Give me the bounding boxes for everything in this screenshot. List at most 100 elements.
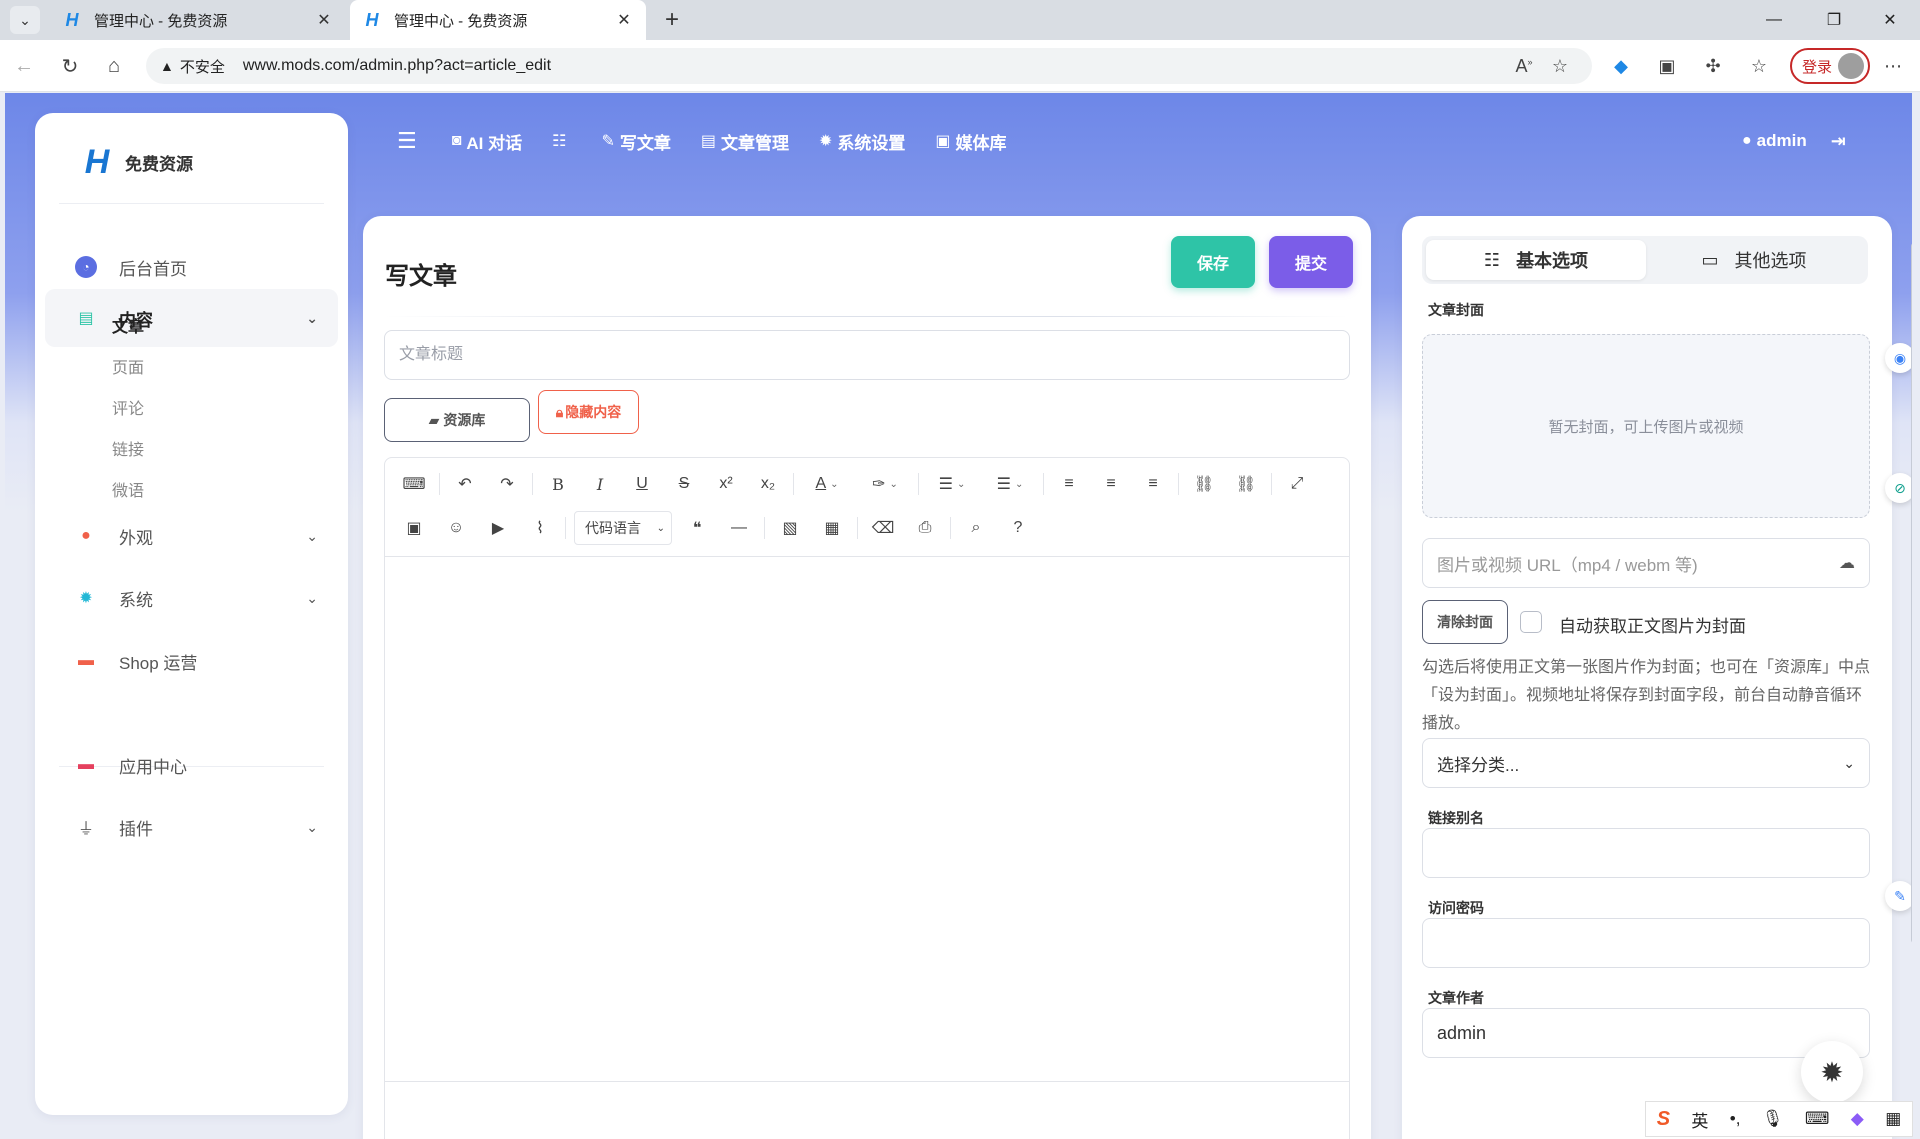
author-select[interactable]: admin: [1422, 1008, 1870, 1058]
align-center-icon[interactable]: ≡: [1090, 468, 1132, 500]
favorites-icon[interactable]: ☆: [1742, 50, 1776, 82]
sidebar-item-plugins[interactable]: ⏚ 插件 ⌄: [45, 798, 338, 856]
more-menu-icon[interactable]: ⋯: [1876, 50, 1910, 82]
extensions-puzzle-icon[interactable]: ✣: [1696, 50, 1730, 82]
blockquote-icon[interactable]: ❝: [676, 512, 718, 544]
sidebar-item-shop[interactable]: ▬ Shop 运营: [45, 632, 338, 690]
tab-close-icon[interactable]: ✕: [614, 10, 634, 30]
browser-tab[interactable]: H 管理中心 - 免费资源 ✕: [50, 0, 346, 40]
redo-icon[interactable]: ↷: [486, 468, 528, 500]
password-input[interactable]: [1422, 918, 1870, 968]
auto-cover-checkbox[interactable]: [1520, 611, 1542, 633]
sidebar-item-system[interactable]: ✹ 系统 ⌄: [45, 569, 338, 627]
cover-url-input[interactable]: 图片或视频 URL（mp4 / webm 等) ☁: [1422, 538, 1870, 588]
ordered-list-icon[interactable]: ☰ ⌄: [923, 468, 981, 500]
editor-content-area[interactable]: [385, 557, 1349, 1081]
window-close-icon[interactable]: ✕: [1860, 0, 1920, 40]
home-icon[interactable]: ⌂: [98, 50, 130, 82]
strikethrough-icon[interactable]: S: [663, 468, 705, 500]
undo-icon[interactable]: ↶: [444, 468, 486, 500]
highlight-color-icon[interactable]: ✑ ⌄: [856, 468, 914, 500]
help-icon[interactable]: ?: [997, 512, 1039, 544]
superscript-icon[interactable]: x²: [705, 468, 747, 500]
clear-cover-button[interactable]: 清除封面: [1422, 600, 1508, 644]
floating-assistant-icon[interactable]: ◉: [1885, 343, 1912, 373]
reload-icon[interactable]: ↻: [54, 50, 86, 82]
skin-icon[interactable]: ◆: [1851, 1109, 1864, 1129]
image-icon[interactable]: ▣: [393, 512, 435, 544]
nav-system-settings[interactable]: ✹ 系统设置: [819, 129, 905, 154]
category-select[interactable]: 选择分类... ⌄: [1422, 738, 1870, 788]
link-icon[interactable]: ⛓: [1183, 468, 1225, 500]
floating-edit-icon[interactable]: ✎: [1885, 881, 1912, 911]
bullet-list-icon[interactable]: ☰ ⌄: [981, 468, 1039, 500]
cloud-upload-icon[interactable]: ☁: [1839, 553, 1855, 573]
nav-sliders-button[interactable]: ☷: [552, 131, 571, 151]
logout-button[interactable]: ⇥: [1831, 131, 1851, 152]
horizontal-rule-icon[interactable]: —: [718, 512, 760, 544]
settings-fab-button[interactable]: ✹: [1801, 1041, 1863, 1103]
cover-dropzone[interactable]: 暂无封面，可上传图片或视频: [1422, 334, 1870, 518]
submit-button[interactable]: 提交: [1269, 236, 1353, 288]
browser-tab-active[interactable]: H 管理中心 - 免费资源 ✕: [350, 0, 646, 40]
nav-media-library[interactable]: ▣ 媒体库: [935, 129, 1006, 154]
search-replace-icon[interactable]: ⌕: [955, 512, 997, 544]
emoji-icon[interactable]: ☺: [435, 512, 477, 544]
nav-article-manage[interactable]: ▤ 文章管理: [701, 129, 789, 154]
underline-icon[interactable]: U: [621, 468, 663, 500]
sidebar-subitem-tweets[interactable]: 微语: [112, 477, 144, 501]
resource-library-button[interactable]: ▰ 资源库: [384, 398, 530, 442]
url-text[interactable]: www.mods.com/admin.php?act=article_edit: [243, 57, 1506, 75]
print-icon[interactable]: ⎙: [904, 512, 946, 544]
microphone-icon[interactable]: 🎙︎: [1762, 1109, 1784, 1129]
align-left-icon[interactable]: ≡: [1048, 468, 1090, 500]
align-right-icon[interactable]: ≡: [1132, 468, 1174, 500]
slug-input[interactable]: [1422, 828, 1870, 878]
sidebar-item-home[interactable]: ◔ 后台首页: [45, 238, 338, 296]
article-title-input[interactable]: [384, 330, 1350, 380]
menu-toggle-button[interactable]: ☰: [397, 128, 422, 154]
sidebar-item-app-center[interactable]: ▬ 应用中心: [45, 736, 338, 794]
fullscreen-icon[interactable]: ⤢: [1276, 468, 1318, 500]
image-extension-icon[interactable]: ▣: [1650, 50, 1684, 82]
sidebar-item-content[interactable]: ▤ 内容 ⌄: [45, 289, 338, 347]
save-button[interactable]: 保存: [1171, 236, 1255, 288]
attachment-icon[interactable]: ⌇: [519, 512, 561, 544]
tab-other-options[interactable]: ▭ 其他选项: [1644, 240, 1864, 280]
keyboard-icon[interactable]: ⌨: [393, 468, 435, 500]
table-icon[interactable]: ▦: [811, 512, 853, 544]
keyboard-icon[interactable]: ⌨: [1805, 1109, 1830, 1129]
sidebar-subitem-pages[interactable]: 页面: [112, 354, 144, 378]
read-aloud-icon[interactable]: A»: [1506, 56, 1542, 77]
brand[interactable]: H 免费资源: [77, 139, 193, 185]
ime-language[interactable]: 英: [1691, 1107, 1708, 1132]
code-language-select[interactable]: 代码语言 ⌄: [574, 511, 672, 545]
sidebar-item-appearance[interactable]: ● 外观 ⌄: [45, 507, 338, 565]
favorite-star-icon[interactable]: ☆: [1542, 56, 1578, 77]
video-play-icon[interactable]: ▶: [477, 512, 519, 544]
page-scrollbar[interactable]: [1911, 243, 1912, 943]
sidebar-subitem-articles[interactable]: 文章: [112, 313, 144, 337]
subscript-icon[interactable]: x₂: [747, 468, 789, 500]
sidebar-subitem-links[interactable]: 链接: [112, 436, 144, 460]
address-bar[interactable]: ▲ 不安全 www.mods.com/admin.php?act=article…: [146, 48, 1592, 84]
hidden-content-button[interactable]: 🔒︎ 隐藏内容: [538, 390, 639, 434]
tab-close-icon[interactable]: ✕: [314, 10, 334, 30]
restore-icon[interactable]: ❐: [1804, 0, 1864, 40]
sidebar-subitem-comments[interactable]: 评论: [112, 395, 144, 419]
minimize-icon[interactable]: —: [1744, 0, 1804, 40]
grid-menu-icon[interactable]: ▦: [1885, 1109, 1901, 1129]
sogou-logo-icon[interactable]: S: [1657, 1108, 1670, 1131]
italic-icon[interactable]: I: [579, 468, 621, 500]
back-arrow-icon[interactable]: ←: [8, 50, 40, 82]
tab-list-chevron-icon[interactable]: ⌄: [10, 6, 40, 34]
tab-basic-options[interactable]: ☷ 基本选项: [1426, 240, 1646, 280]
floating-tool-icon[interactable]: ⊘: [1885, 473, 1912, 503]
eraser-icon[interactable]: ⌫: [862, 512, 904, 544]
new-tab-plus-icon[interactable]: +: [656, 4, 688, 36]
unlink-icon[interactable]: ⛓: [1225, 468, 1267, 500]
bold-icon[interactable]: B: [537, 468, 579, 500]
user-menu[interactable]: ● admin: [1742, 131, 1807, 151]
nav-ai-chat[interactable]: ◙ AI 对话: [452, 129, 522, 154]
text-color-icon[interactable]: A ⌄: [798, 468, 856, 500]
